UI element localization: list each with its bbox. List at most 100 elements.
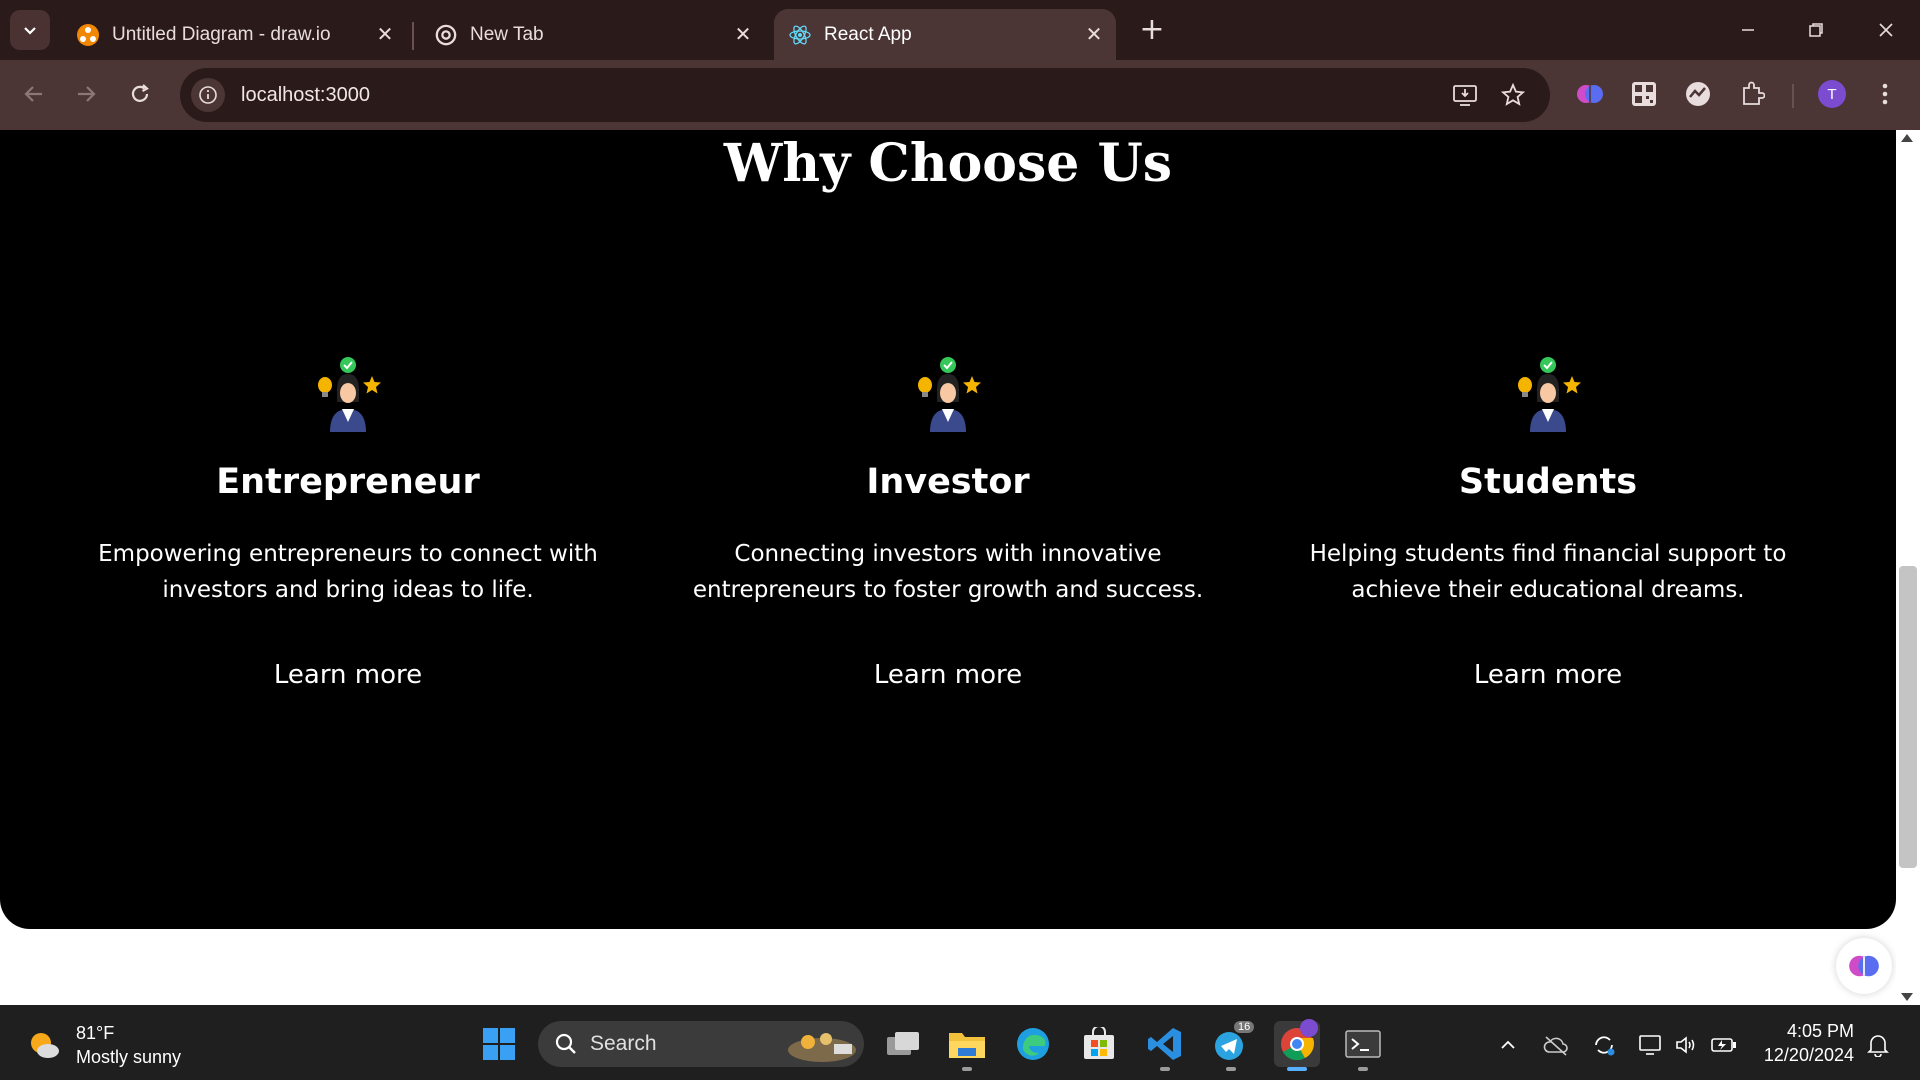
weather-temp: 81°F xyxy=(76,1023,115,1043)
arrow-right-icon xyxy=(78,86,96,102)
install-app-button[interactable] xyxy=(1448,78,1482,112)
extension-qr-button[interactable] xyxy=(1624,74,1664,114)
page-scrollbar[interactable] xyxy=(1896,130,1920,1005)
brain-icon xyxy=(1577,85,1603,103)
why-choose-us-section: Why Choose Us Entrepreneur Empowering en… xyxy=(0,130,1896,929)
scroll-down-arrow-icon[interactable] xyxy=(1901,993,1913,1001)
weather-widget[interactable]: 81°F Mostly sunny xyxy=(26,1021,181,1069)
close-tab-icon[interactable]: ✕ xyxy=(1080,22,1108,47)
search-label: Search xyxy=(590,1032,657,1055)
extension-brain-button[interactable] xyxy=(1570,74,1610,114)
show-hidden-icons-button[interactable] xyxy=(1494,1031,1522,1059)
drawio-icon xyxy=(76,23,100,47)
bell-icon xyxy=(1867,1035,1889,1057)
new-tab-button[interactable]: + xyxy=(1134,10,1170,50)
tab-react-app[interactable]: React App ✕ xyxy=(774,9,1116,60)
arrow-left-icon xyxy=(24,86,42,102)
terminal-button[interactable] xyxy=(1340,1021,1386,1071)
reload-button[interactable] xyxy=(120,74,160,114)
store-icon xyxy=(1084,1027,1114,1059)
scrollbar-thumb[interactable] xyxy=(1899,566,1917,868)
terminal-icon xyxy=(1345,1030,1381,1058)
partly-sunny-icon xyxy=(31,1033,59,1058)
search-highlight-icon xyxy=(788,1033,856,1062)
tab-title: New Tab xyxy=(470,23,544,45)
card-title: Investor xyxy=(866,462,1030,502)
running-indicator xyxy=(1358,1067,1368,1071)
file-explorer-button[interactable] xyxy=(944,1021,990,1071)
browser-toolbar: localhost:3000 T xyxy=(0,60,1920,130)
running-indicator xyxy=(1226,1067,1236,1071)
bookmark-button[interactable] xyxy=(1496,78,1530,112)
forward-button[interactable] xyxy=(66,74,106,114)
tab-drawio[interactable]: Untitled Diagram - draw.io ✕ xyxy=(62,9,407,60)
restore-button[interactable] xyxy=(1782,0,1850,60)
minimize-icon xyxy=(1742,29,1754,31)
edge-button[interactable] xyxy=(1010,1021,1056,1067)
active-indicator xyxy=(1287,1067,1307,1071)
card-students: Students Helping students find financial… xyxy=(1248,352,1848,690)
minimize-button[interactable] xyxy=(1714,0,1782,60)
vscode-button[interactable] xyxy=(1142,1021,1188,1071)
more-vert-icon xyxy=(1882,83,1888,105)
taskbar-clock[interactable]: 4:05 PM 12/20/2024 xyxy=(1754,1019,1854,1067)
close-icon xyxy=(1879,23,1893,37)
profile-avatar[interactable]: T xyxy=(1818,80,1846,108)
person-idea-icon xyxy=(1518,357,1581,432)
running-indicator xyxy=(1160,1067,1170,1071)
address-bar[interactable]: localhost:3000 xyxy=(180,68,1550,122)
running-indicator xyxy=(962,1067,972,1071)
chrome-taskbar-button[interactable] xyxy=(1274,1019,1320,1071)
vscode-icon xyxy=(1148,1028,1181,1060)
network-icon xyxy=(1639,1035,1661,1055)
battery-tray-icon[interactable] xyxy=(1710,1031,1738,1059)
tab-new-tab[interactable]: New Tab ✕ xyxy=(420,9,765,60)
react-icon xyxy=(788,23,812,47)
learn-more-link[interactable]: Learn more xyxy=(1474,660,1622,690)
browser-tab-strip: Untitled Diagram - draw.io ✕ New Tab ✕ R… xyxy=(0,0,1920,60)
extensions-button[interactable] xyxy=(1732,74,1772,114)
task-view-icon xyxy=(887,1032,919,1055)
volume-tray-icon[interactable] xyxy=(1672,1031,1700,1059)
floating-assistant-button[interactable] xyxy=(1836,938,1892,994)
clock-time: 4:05 PM xyxy=(1786,1021,1854,1041)
start-button[interactable] xyxy=(476,1021,522,1067)
network-tray-icon[interactable] xyxy=(1636,1031,1664,1059)
star-icon xyxy=(1501,83,1525,106)
card-entrepreneur: Entrepreneur Empowering entrepreneurs to… xyxy=(48,352,648,690)
card-description: Connecting investors with innovative ent… xyxy=(692,541,1204,603)
qr-code-icon xyxy=(1632,82,1656,106)
learn-more-link[interactable]: Learn more xyxy=(274,660,422,690)
notification-badge: 16 xyxy=(1234,1021,1255,1033)
extension-analytics-button[interactable] xyxy=(1678,74,1718,114)
brain-icon xyxy=(1849,955,1879,977)
card-description: Helping students find financial support … xyxy=(1309,541,1787,603)
back-button[interactable] xyxy=(14,74,54,114)
site-info-button[interactable] xyxy=(191,78,225,112)
notifications-button[interactable] xyxy=(1864,1031,1892,1059)
onedrive-tray-icon[interactable] xyxy=(1542,1031,1570,1059)
taskbar-search[interactable]: Search xyxy=(538,1021,864,1067)
sync-tray-icon[interactable] xyxy=(1590,1031,1618,1059)
close-tab-icon[interactable]: ✕ xyxy=(729,22,757,47)
tab-divider xyxy=(412,22,414,50)
install-icon xyxy=(1453,85,1477,106)
microsoft-store-button[interactable] xyxy=(1076,1021,1122,1067)
tab-search-button[interactable] xyxy=(10,10,50,50)
profile-badge-icon xyxy=(1300,1019,1318,1037)
task-view-button[interactable] xyxy=(880,1021,926,1067)
battery-charging-icon xyxy=(1711,1038,1736,1052)
card-description: Empowering entrepreneurs to connect with… xyxy=(98,541,598,603)
card-investor: Investor Connecting investors with innov… xyxy=(648,352,1248,690)
telegram-button[interactable]: 16 xyxy=(1208,1021,1255,1071)
close-tab-icon[interactable]: ✕ xyxy=(371,22,399,47)
close-window-button[interactable] xyxy=(1852,0,1920,60)
toolbar-divider xyxy=(1792,84,1794,108)
chevron-up-icon xyxy=(1501,1040,1515,1049)
windows-taskbar: 81°F Mostly sunny Search 16 4:05 PM 12/2… xyxy=(0,1005,1920,1080)
scroll-up-arrow-icon[interactable] xyxy=(1901,134,1913,142)
learn-more-link[interactable]: Learn more xyxy=(874,660,1022,690)
browser-menu-button[interactable] xyxy=(1870,74,1900,114)
url-text: localhost:3000 xyxy=(241,83,370,106)
chevron-down-icon xyxy=(24,27,36,35)
